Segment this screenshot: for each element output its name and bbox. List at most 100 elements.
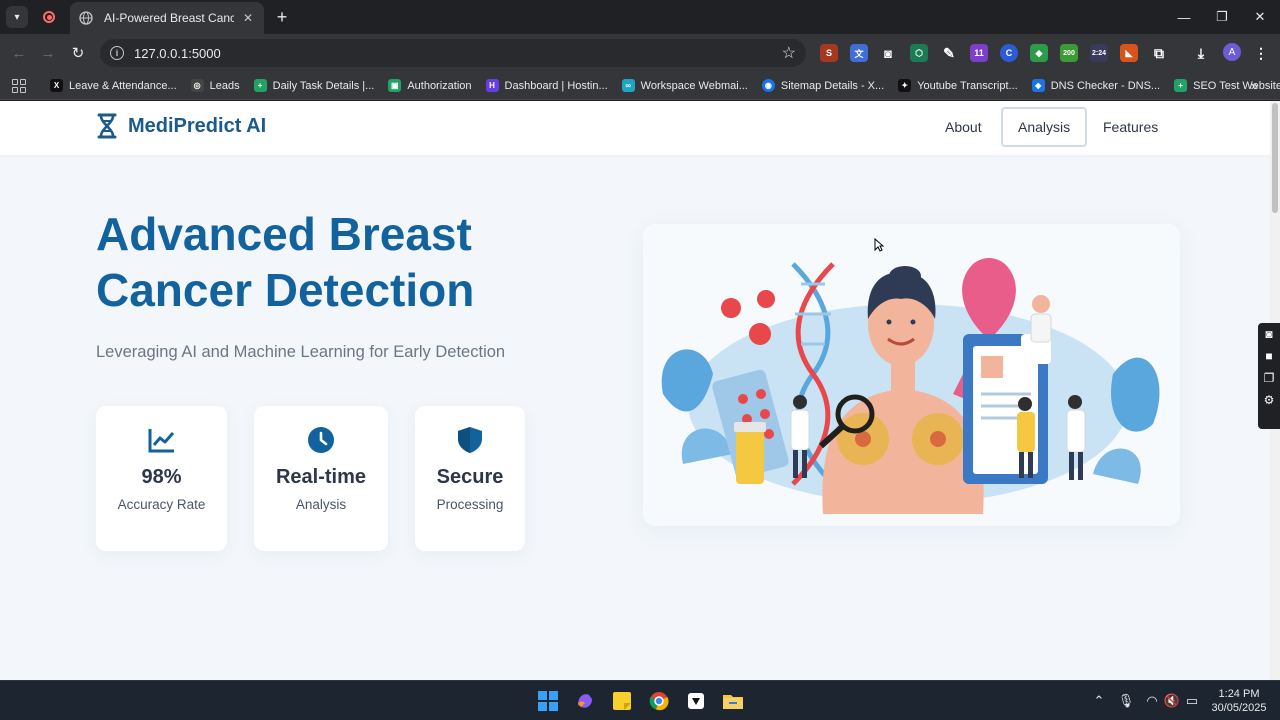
clock-icon	[307, 426, 335, 454]
extension-icon[interactable]: ◣	[1120, 44, 1138, 62]
bookmark-item[interactable]: ✦ Youtube Transcript...	[898, 79, 1018, 92]
sticky-notes-icon[interactable]	[610, 689, 634, 713]
more-bookmarks-icon[interactable]: »	[1251, 78, 1258, 93]
tab-close-icon[interactable]: ✕	[240, 10, 256, 26]
camera-extension-icon[interactable]: ◙	[879, 44, 897, 62]
app-icon[interactable]	[684, 689, 708, 713]
system-clock[interactable]: 1:24 PM 30/05/2025	[1206, 687, 1272, 715]
forward-button[interactable]: →	[37, 42, 59, 64]
close-window-button[interactable]: ✕	[1246, 6, 1274, 28]
shield-icon	[456, 426, 484, 454]
eyedropper-extension-icon[interactable]: ✎	[940, 44, 958, 62]
bookmark-item[interactable]: ▣ Authorization	[388, 79, 472, 92]
bookmarks-bar: X Leave & Attendance... ◎ Leads + Daily Tas…	[0, 72, 1280, 100]
tab-search-button[interactable]: ▾	[6, 6, 28, 28]
bookmark-item[interactable]: X Leave & Attendance...	[50, 79, 177, 92]
bookmark-favicon-icon: ▣	[388, 79, 402, 92]
bookmark-favicon-icon: +	[1174, 79, 1188, 92]
site-navbar: MediPredict AI About Analysis Features	[0, 101, 1270, 155]
clock-date: 30/05/2025	[1211, 702, 1267, 714]
screenshot-icon[interactable]: ◙	[1258, 323, 1280, 345]
dna-logo-icon	[97, 113, 117, 139]
bookmark-favicon-icon: ∞	[621, 79, 635, 92]
bookmark-favicon-icon: +	[253, 79, 267, 92]
stat-card-accuracy: 98% Accuracy Rate	[96, 406, 227, 551]
back-button[interactable]: ←	[8, 42, 30, 64]
clock-time: 1:24 PM	[1218, 688, 1260, 700]
windows-taskbar: ⌃ 🎙 ◠ 🔇 ▭ 1:24 PM 30/05/2025	[0, 680, 1280, 720]
url-text: 127.0.0.1:5000	[134, 45, 221, 61]
new-tab-button[interactable]: +	[272, 7, 292, 27]
extension-badge-icon[interactable]: 200	[1060, 44, 1078, 62]
hero-subtitle: Leveraging AI and Machine Learning for E…	[96, 343, 506, 361]
video-record-icon[interactable]: ■	[1258, 345, 1280, 367]
browser-toolbar: ← → ↻ i 127.0.0.1:5000 ☆ S 文 ◙ ⬡ ✎ 11 C …	[0, 34, 1280, 72]
extension-badge-icon[interactable]: 2:24	[1090, 44, 1108, 62]
bookmark-item[interactable]: ◎ Leads	[190, 79, 240, 92]
brand-name: MediPredict AI	[128, 114, 267, 137]
bookmark-item[interactable]: ◉ Sitemap Details - X...	[761, 79, 884, 92]
nav-link-about[interactable]: About	[930, 107, 997, 147]
bookmark-item[interactable]: + Daily Task Details |...	[253, 79, 374, 92]
hero-title: Advanced Breast Cancer Detection	[96, 208, 475, 316]
extension-icon[interactable]: S	[820, 44, 838, 62]
bookmark-star-icon[interactable]: ☆	[782, 43, 796, 63]
site-logo[interactable]: MediPredict AI	[96, 113, 266, 139]
extensions-puzzle-icon[interactable]: ⧉	[1150, 44, 1168, 62]
download-icon[interactable]: ⤓	[1192, 44, 1210, 62]
browser-tab-active[interactable]: AI-Powered Breast Cancer Dete ✕	[70, 2, 264, 34]
apps-grid-icon[interactable]	[12, 78, 26, 93]
medical-illustration	[661, 258, 1160, 514]
battery-icon[interactable]: ▭	[1183, 693, 1201, 709]
tab-title: AI-Powered Breast Cancer Dete	[104, 11, 234, 25]
bookmark-item[interactable]: ◈ DNS Checker - DNS...	[1031, 79, 1160, 92]
speaker-muted-icon[interactable]: 🔇	[1163, 693, 1181, 709]
minimize-button[interactable]: —	[1170, 6, 1198, 28]
scrollbar-thumb[interactable]	[1272, 103, 1278, 213]
grammar-extension-icon[interactable]: C	[1000, 44, 1018, 62]
nav-link-features[interactable]: Features	[1088, 107, 1173, 147]
wifi-icon[interactable]: ◠	[1143, 693, 1161, 709]
stat-label: Analysis	[295, 497, 347, 512]
hero-illustration	[643, 224, 1180, 526]
stat-value: 98%	[141, 466, 182, 488]
extension-icon[interactable]: ⬡	[910, 44, 928, 62]
show-hidden-icons-chevron[interactable]: ⌃	[1090, 693, 1108, 709]
stat-value: Secure	[436, 466, 504, 488]
bookmark-item[interactable]: ∞ Workspace Webmai...	[621, 79, 748, 92]
nav-link-analysis[interactable]: Analysis	[1001, 107, 1088, 147]
address-bar[interactable]: i 127.0.0.1:5000 ☆	[100, 39, 806, 67]
browser-menu-icon[interactable]: ⋮	[1252, 44, 1270, 62]
restore-button[interactable]: ❐	[1208, 6, 1236, 28]
copilot-icon[interactable]	[573, 689, 597, 713]
microphone-icon[interactable]: 🎙	[1117, 693, 1135, 709]
mouse-cursor-icon	[874, 238, 884, 252]
bookmark-item[interactable]: H Dashboard | Hostin...	[485, 79, 608, 92]
chrome-icon[interactable]	[647, 689, 671, 713]
bookmark-favicon-icon: ◈	[1031, 79, 1045, 92]
stat-card-realtime: Real-time Analysis	[254, 406, 388, 551]
reload-button[interactable]: ↻	[67, 42, 89, 64]
translate-extension-icon[interactable]: 文	[850, 44, 868, 62]
page-viewport: MediPredict AI About Analysis Features A…	[0, 101, 1270, 680]
bookmark-favicon-icon: H	[485, 79, 499, 92]
extension-icon[interactable]: ◆	[1030, 44, 1048, 62]
stat-value: Real-time	[275, 466, 367, 488]
recording-icon[interactable]	[40, 8, 58, 26]
profile-avatar[interactable]: A	[1223, 43, 1241, 61]
extension-badge-icon[interactable]: 11	[970, 44, 988, 62]
bookmark-favicon-icon: X	[50, 79, 63, 92]
file-explorer-icon[interactable]	[721, 689, 745, 713]
bookmark-favicon-icon: ◎	[190, 79, 204, 92]
bookmark-item[interactable]: +SEO Test Website C...	[1174, 79, 1280, 92]
stat-label: Accuracy Rate	[117, 497, 206, 512]
stat-card-secure: Secure Processing	[415, 406, 525, 551]
browser-tab-bar: ▾ AI-Powered Breast Cancer Dete ✕ + — ❐ …	[0, 0, 1280, 34]
screen-recorder-toolbar: ◙ ■ ❐ ⚙	[1258, 323, 1280, 429]
windows-start-icon[interactable]	[536, 689, 560, 713]
settings-gear-icon[interactable]: ⚙	[1258, 389, 1280, 411]
site-info-icon[interactable]: i	[110, 46, 124, 60]
chart-line-icon	[148, 426, 176, 454]
window-icon[interactable]: ❐	[1258, 367, 1280, 389]
bookmark-favicon-icon: ✦	[898, 79, 912, 92]
